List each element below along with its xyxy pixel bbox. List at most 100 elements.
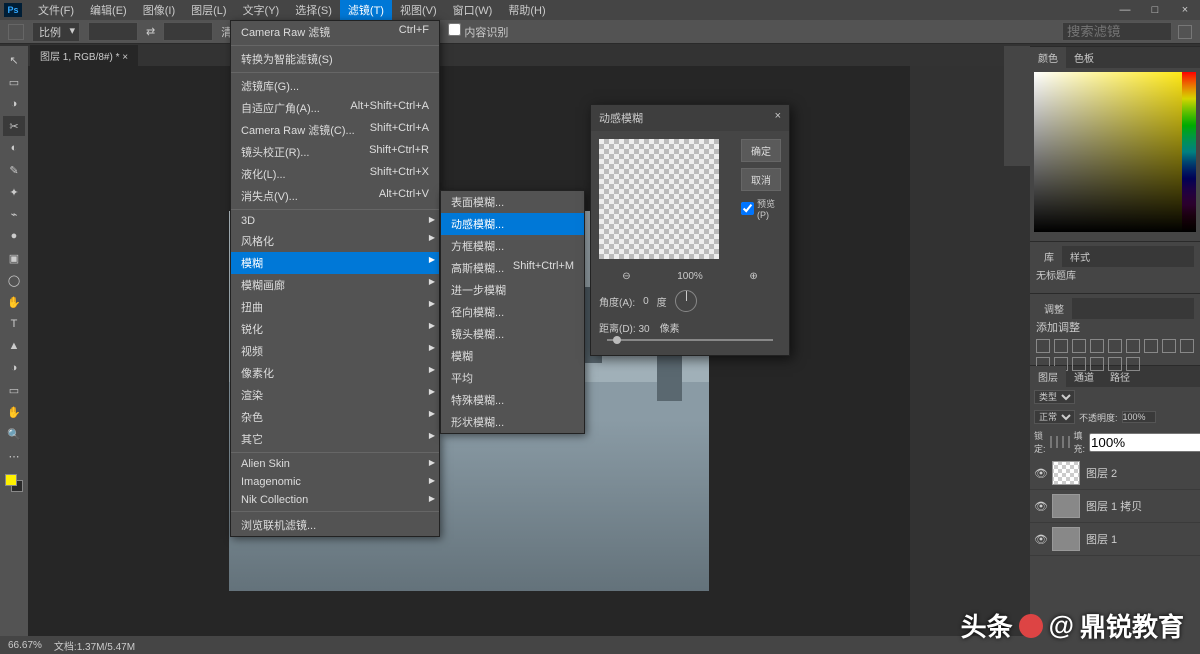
layer-name[interactable]: 图层 2 [1086, 465, 1117, 481]
filter-menu-item[interactable]: 风格化 [231, 230, 439, 252]
tab-swatches[interactable]: 色板 [1066, 47, 1102, 68]
tab-layers[interactable]: 图层 [1030, 366, 1066, 387]
distance-slider[interactable] [607, 339, 773, 341]
ok-button[interactable]: 确定 [741, 139, 781, 162]
filter-menu-item[interactable]: 模糊 [231, 252, 439, 274]
dialog-close-icon[interactable]: × [775, 110, 781, 126]
lock-pixels-icon[interactable] [1056, 436, 1058, 448]
height-input[interactable] [163, 22, 213, 41]
angle-value[interactable]: 0 [643, 296, 649, 307]
visibility-icon[interactable]: 👁 [1034, 467, 1046, 480]
menu-image[interactable]: 图像(I) [135, 0, 183, 20]
visibility-icon[interactable]: 👁 [1034, 533, 1046, 546]
filter-menu-item[interactable]: Imagenomic [231, 473, 439, 491]
layer-filter-kind[interactable]: 类型 [1034, 390, 1075, 404]
status-zoom[interactable]: 66.67% [8, 640, 42, 651]
close-button[interactable]: × [1170, 4, 1200, 16]
menu-filter[interactable]: 滤镜(T) [340, 0, 392, 20]
layer-name[interactable]: 图层 1 拷贝 [1086, 498, 1142, 514]
adj-vibrance-icon[interactable] [1108, 339, 1122, 353]
tab-styles[interactable]: 样式 [1062, 246, 1098, 267]
filter-menu-item[interactable]: Camera Raw 滤镜(C)...Shift+Ctrl+A [231, 119, 439, 141]
blur-submenu-item[interactable]: 动感模糊... [441, 213, 584, 235]
path-tool[interactable]: ◑ [3, 358, 25, 378]
zoom-out-icon[interactable]: ⊖ [622, 271, 630, 282]
tab-adjustments[interactable]: 调整 [1036, 298, 1072, 319]
tab-color[interactable]: 颜色 [1030, 47, 1066, 68]
minimize-button[interactable]: — [1110, 4, 1140, 16]
filter-menu-item[interactable]: 浏览联机滤镜... [231, 514, 439, 536]
preview-checkbox[interactable]: 预览(P) [741, 197, 781, 220]
menu-file[interactable]: 文件(F) [30, 0, 82, 20]
layer-row[interactable]: 👁 图层 1 拷贝 [1030, 490, 1200, 523]
menu-window[interactable]: 窗口(W) [445, 0, 501, 20]
menu-help[interactable]: 帮助(H) [500, 0, 553, 20]
filter-menu-item[interactable]: 锐化 [231, 318, 439, 340]
hue-slider[interactable] [1182, 72, 1196, 232]
adj-photo-filter-icon[interactable] [1162, 339, 1176, 353]
healing-tool[interactable]: ✦ [3, 182, 25, 202]
filter-menu-item[interactable]: 镜头校正(R)...Shift+Ctrl+R [231, 141, 439, 163]
menu-view[interactable]: 视图(V) [392, 0, 445, 20]
adj-bw-icon[interactable] [1144, 339, 1158, 353]
cancel-button[interactable]: 取消 [741, 168, 781, 191]
filter-menu-item[interactable]: 消失点(V)...Alt+Ctrl+V [231, 185, 439, 207]
filter-menu-item[interactable]: 模糊画廊 [231, 274, 439, 296]
filter-menu-item[interactable]: Alien Skin [231, 455, 439, 473]
blur-submenu-item[interactable]: 表面模糊... [441, 191, 584, 213]
dodge-tool[interactable]: ✋ [3, 292, 25, 312]
width-input[interactable] [88, 22, 138, 41]
tab-paths[interactable]: 路径 [1102, 366, 1138, 387]
shape-tool[interactable]: ▭ [3, 380, 25, 400]
menu-layer[interactable]: 图层(L) [183, 0, 234, 20]
adj-curves-icon[interactable] [1072, 339, 1086, 353]
angle-dial[interactable] [675, 290, 697, 312]
eraser-tool[interactable]: ● [3, 226, 25, 246]
marquee-tool[interactable]: ▭ [3, 72, 25, 92]
adj-mixer-icon[interactable] [1180, 339, 1194, 353]
filter-menu-item[interactable]: 自适应广角(A)...Alt+Shift+Ctrl+A [231, 97, 439, 119]
type-tool[interactable]: T [3, 314, 25, 334]
gradient-tool[interactable]: ▣ [3, 248, 25, 268]
hand-tool[interactable]: ✋ [3, 402, 25, 422]
tab-libraries[interactable]: 库 [1036, 246, 1062, 267]
eyedropper-tool[interactable]: ◐ [3, 138, 25, 158]
layer-row[interactable]: 👁 图层 2 [1030, 457, 1200, 490]
clone-tool[interactable]: ⌁ [3, 204, 25, 224]
filter-menu-item[interactable]: 扭曲 [231, 296, 439, 318]
crop-tool[interactable]: ✂ [3, 116, 25, 136]
menu-type[interactable]: 文字(Y) [235, 0, 288, 20]
opacity-input[interactable] [1122, 411, 1156, 423]
blur-submenu-item[interactable]: 径向模糊... [441, 301, 584, 323]
blur-submenu-item[interactable]: 形状模糊... [441, 411, 584, 433]
zoom-in-icon[interactable]: ⊕ [749, 271, 757, 282]
color-picker[interactable] [1034, 72, 1196, 232]
blend-mode-select[interactable]: 正常 [1034, 410, 1075, 424]
filter-menu-item[interactable]: 渲染 [231, 384, 439, 406]
filter-menu-item[interactable]: Nik Collection [231, 491, 439, 509]
blur-submenu-item[interactable]: 平均 [441, 367, 584, 389]
share-icon[interactable] [1178, 25, 1192, 39]
adj-hue-icon[interactable] [1126, 339, 1140, 353]
swap-icon[interactable]: ⇄ [146, 25, 155, 38]
maximize-button[interactable]: □ [1140, 4, 1170, 16]
blur-submenu-item[interactable]: 高斯模糊...Shift+Ctrl+M [441, 257, 584, 279]
lock-position-icon[interactable] [1062, 436, 1064, 448]
lasso-tool[interactable]: ◑ [3, 94, 25, 114]
zoom-tool[interactable]: 🔍 [3, 424, 25, 444]
foreground-color[interactable] [5, 474, 17, 486]
filter-menu-item[interactable]: 转换为智能滤镜(S) [231, 48, 439, 70]
lock-all-icon[interactable] [1068, 436, 1070, 448]
menu-select[interactable]: 选择(S) [287, 0, 340, 20]
brush-tool[interactable]: ✎ [3, 160, 25, 180]
visibility-icon[interactable]: 👁 [1034, 500, 1046, 513]
blur-tool[interactable]: ◯ [3, 270, 25, 290]
filter-menu-item[interactable]: 3D [231, 212, 439, 230]
color-swatch[interactable] [5, 474, 23, 492]
ratio-dropdown[interactable]: 比例 [32, 22, 80, 42]
layer-thumbnail[interactable] [1052, 527, 1080, 551]
filter-menu-item[interactable]: 滤镜库(G)... [231, 75, 439, 97]
menu-edit[interactable]: 编辑(E) [82, 0, 135, 20]
filter-menu-item[interactable]: 其它 [231, 428, 439, 450]
layer-thumbnail[interactable] [1052, 494, 1080, 518]
